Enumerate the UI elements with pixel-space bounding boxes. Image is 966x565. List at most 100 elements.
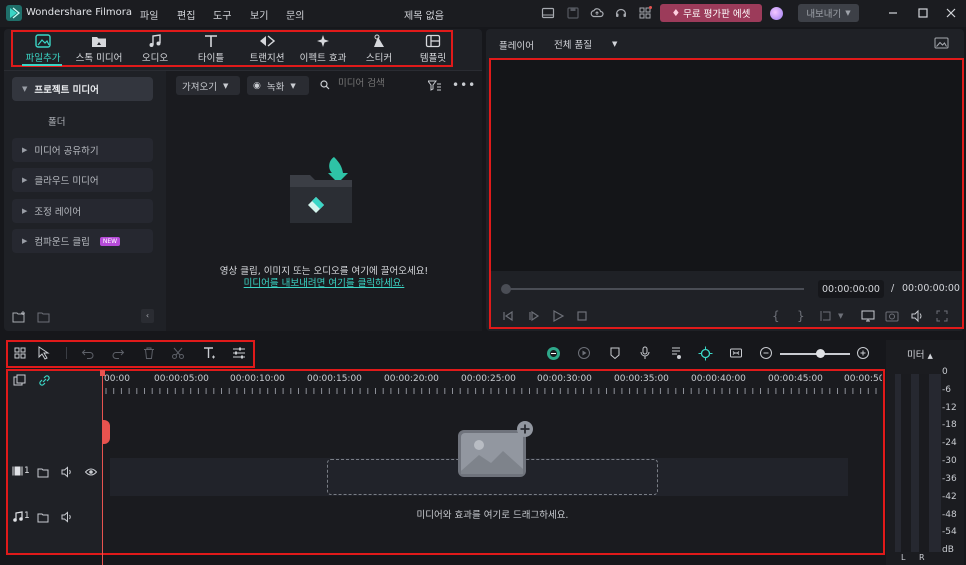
add-media-placeholder-icon[interactable] — [457, 421, 537, 479]
marker-shield-icon[interactable] — [608, 346, 622, 360]
snapshot-image-icon[interactable] — [934, 37, 949, 49]
media-icon — [35, 34, 51, 48]
tool-stock-media[interactable]: 스톡 미디어 — [72, 34, 126, 66]
menu-view[interactable]: 보기 — [250, 7, 268, 22]
delete-trash-icon[interactable] — [142, 346, 156, 360]
close-icon[interactable] — [944, 6, 958, 20]
layout-icon[interactable] — [541, 6, 555, 20]
sidebar-item-adjustment-layer[interactable]: ▶ 조정 레이어 — [12, 199, 153, 223]
sidebar-item-cloud-media[interactable]: ▶ 클라우드 미디어 — [12, 168, 153, 192]
search-input[interactable] — [318, 78, 418, 89]
previous-frame-icon[interactable] — [501, 309, 515, 323]
sidebar-item-project-media[interactable]: ▼ 프로젝트 미디어 — [12, 77, 153, 101]
filter-icon[interactable] — [428, 80, 441, 91]
mark-out-icon[interactable]: } — [797, 309, 811, 323]
record-dropdown[interactable]: ◉ 녹화 ▼ — [247, 76, 309, 95]
adjust-sliders-icon[interactable] — [232, 346, 246, 360]
new-folder-icon[interactable] — [12, 311, 26, 323]
text-tool-icon[interactable] — [202, 346, 216, 360]
sidebar-item-label: 미디어 공유하기 — [34, 146, 99, 157]
more-options-icon[interactable]: ••• — [452, 78, 476, 92]
fullscreen-icon[interactable] — [935, 309, 949, 323]
zoom-out-icon[interactable] — [759, 346, 773, 360]
tool-titles[interactable]: 타이틀 — [184, 34, 238, 66]
track-mute-icon[interactable] — [61, 511, 73, 523]
menu-help[interactable]: 문의 — [286, 7, 304, 22]
current-timecode[interactable]: 00:00:00:00 — [818, 280, 884, 298]
mark-in-icon[interactable]: { — [772, 309, 786, 323]
track-mute-icon[interactable] — [61, 466, 73, 478]
export-button[interactable]: 내보내기 ▼ — [798, 4, 859, 22]
ai-auto-icon[interactable] — [698, 346, 713, 361]
export-media-link[interactable]: 미디어를 내보내려면 여기를 클릭하세요. — [166, 275, 482, 289]
meter-dropdown[interactable]: 미터 ▲ — [907, 347, 933, 361]
tool-transitions[interactable]: 트랜지션 — [240, 34, 294, 66]
zoom-slider-handle[interactable] — [816, 349, 825, 358]
zoom-in-icon[interactable] — [856, 346, 870, 360]
chevron-down-icon[interactable]: ▼ — [838, 312, 852, 326]
ruler-label: 00:00:35:00 — [614, 374, 669, 384]
cloud-upload-icon[interactable] — [590, 6, 604, 20]
support-headset-icon[interactable] — [614, 6, 628, 20]
tool-templates[interactable]: 템플릿 — [406, 34, 460, 66]
audio-mixer-icon[interactable] — [669, 346, 683, 360]
sidebar-item-folder[interactable]: 폴더 — [48, 114, 65, 128]
tool-audio[interactable]: 오디오 — [128, 34, 182, 66]
ruler-label: 00:00:10:00 — [230, 374, 285, 384]
tool-effects[interactable]: 이펙트 효과 — [296, 34, 350, 66]
playhead-handle[interactable] — [100, 370, 105, 376]
collapse-sidebar-button[interactable]: ‹ — [141, 309, 154, 323]
playhead[interactable] — [102, 371, 103, 565]
menu-tools[interactable]: 도구 — [213, 7, 231, 22]
playhead-tab[interactable] — [102, 420, 110, 444]
zoom-slider[interactable] — [780, 353, 850, 355]
undo-icon[interactable] — [81, 346, 95, 360]
add-track-icon[interactable] — [13, 374, 26, 387]
menu-file[interactable]: 파일 — [140, 7, 158, 22]
display-monitor-icon[interactable] — [861, 309, 875, 323]
meter-channel-right: R — [919, 553, 925, 562]
microphone-icon[interactable] — [638, 346, 652, 360]
save-icon[interactable] — [566, 6, 580, 20]
insert-clip-icon[interactable] — [819, 309, 833, 323]
link-icon[interactable] — [38, 374, 51, 387]
track-visibility-eye-icon[interactable] — [85, 466, 97, 478]
sidebar-item-label: 클라우드 미디어 — [34, 176, 99, 187]
document-title: 제목 없음 — [404, 11, 444, 22]
menu-edit[interactable]: 편집 — [177, 7, 195, 22]
layout-grid-icon[interactable] — [13, 346, 27, 360]
redo-icon[interactable] — [111, 346, 125, 360]
new-badge: NEW — [99, 236, 121, 246]
auto-ripple-icon[interactable] — [546, 346, 560, 360]
transition-icon — [260, 35, 275, 47]
play-icon[interactable] — [551, 309, 565, 323]
camera-snapshot-icon[interactable] — [885, 309, 899, 323]
free-trial-assets-button[interactable]: ♦ 무료 평가판 에셋 — [660, 4, 762, 22]
stop-icon[interactable] — [575, 309, 589, 323]
tool-stickers[interactable]: 스티커 — [352, 34, 406, 66]
sidebar-item-compound-clip[interactable]: ▶ 컴파운드 클립 NEW — [12, 229, 153, 253]
render-preview-icon[interactable] — [577, 346, 591, 360]
avatar[interactable] — [770, 7, 783, 20]
play-frame-icon[interactable] — [527, 309, 541, 323]
select-cursor-icon[interactable] — [37, 346, 51, 360]
tool-media[interactable]: 파일추가 — [16, 34, 70, 66]
track-folder-lock-icon[interactable] — [37, 511, 49, 523]
quality-dropdown[interactable]: 전체 품질 ▼ — [548, 35, 640, 52]
ruler-label: 00:00 — [104, 374, 130, 384]
playback-scrubber[interactable] — [506, 288, 804, 290]
preview-canvas[interactable] — [491, 60, 962, 271]
scrubber-handle[interactable] — [501, 284, 511, 294]
snap-icon[interactable] — [729, 346, 743, 360]
sidebar-item-shared-media[interactable]: ▶ 미디어 공유하기 — [12, 138, 153, 162]
maximize-icon[interactable] — [916, 6, 930, 20]
folder-icon[interactable] — [37, 311, 51, 323]
track-folder-lock-icon[interactable] — [37, 466, 49, 478]
apps-grid-icon[interactable] — [638, 6, 652, 20]
diamond-icon: ♦ — [671, 7, 681, 19]
import-dropdown[interactable]: 가져오기 ▼ — [176, 76, 240, 95]
template-icon — [425, 34, 441, 48]
scissors-icon[interactable] — [171, 346, 185, 360]
minimize-icon[interactable] — [886, 6, 900, 20]
volume-icon[interactable] — [910, 309, 924, 323]
